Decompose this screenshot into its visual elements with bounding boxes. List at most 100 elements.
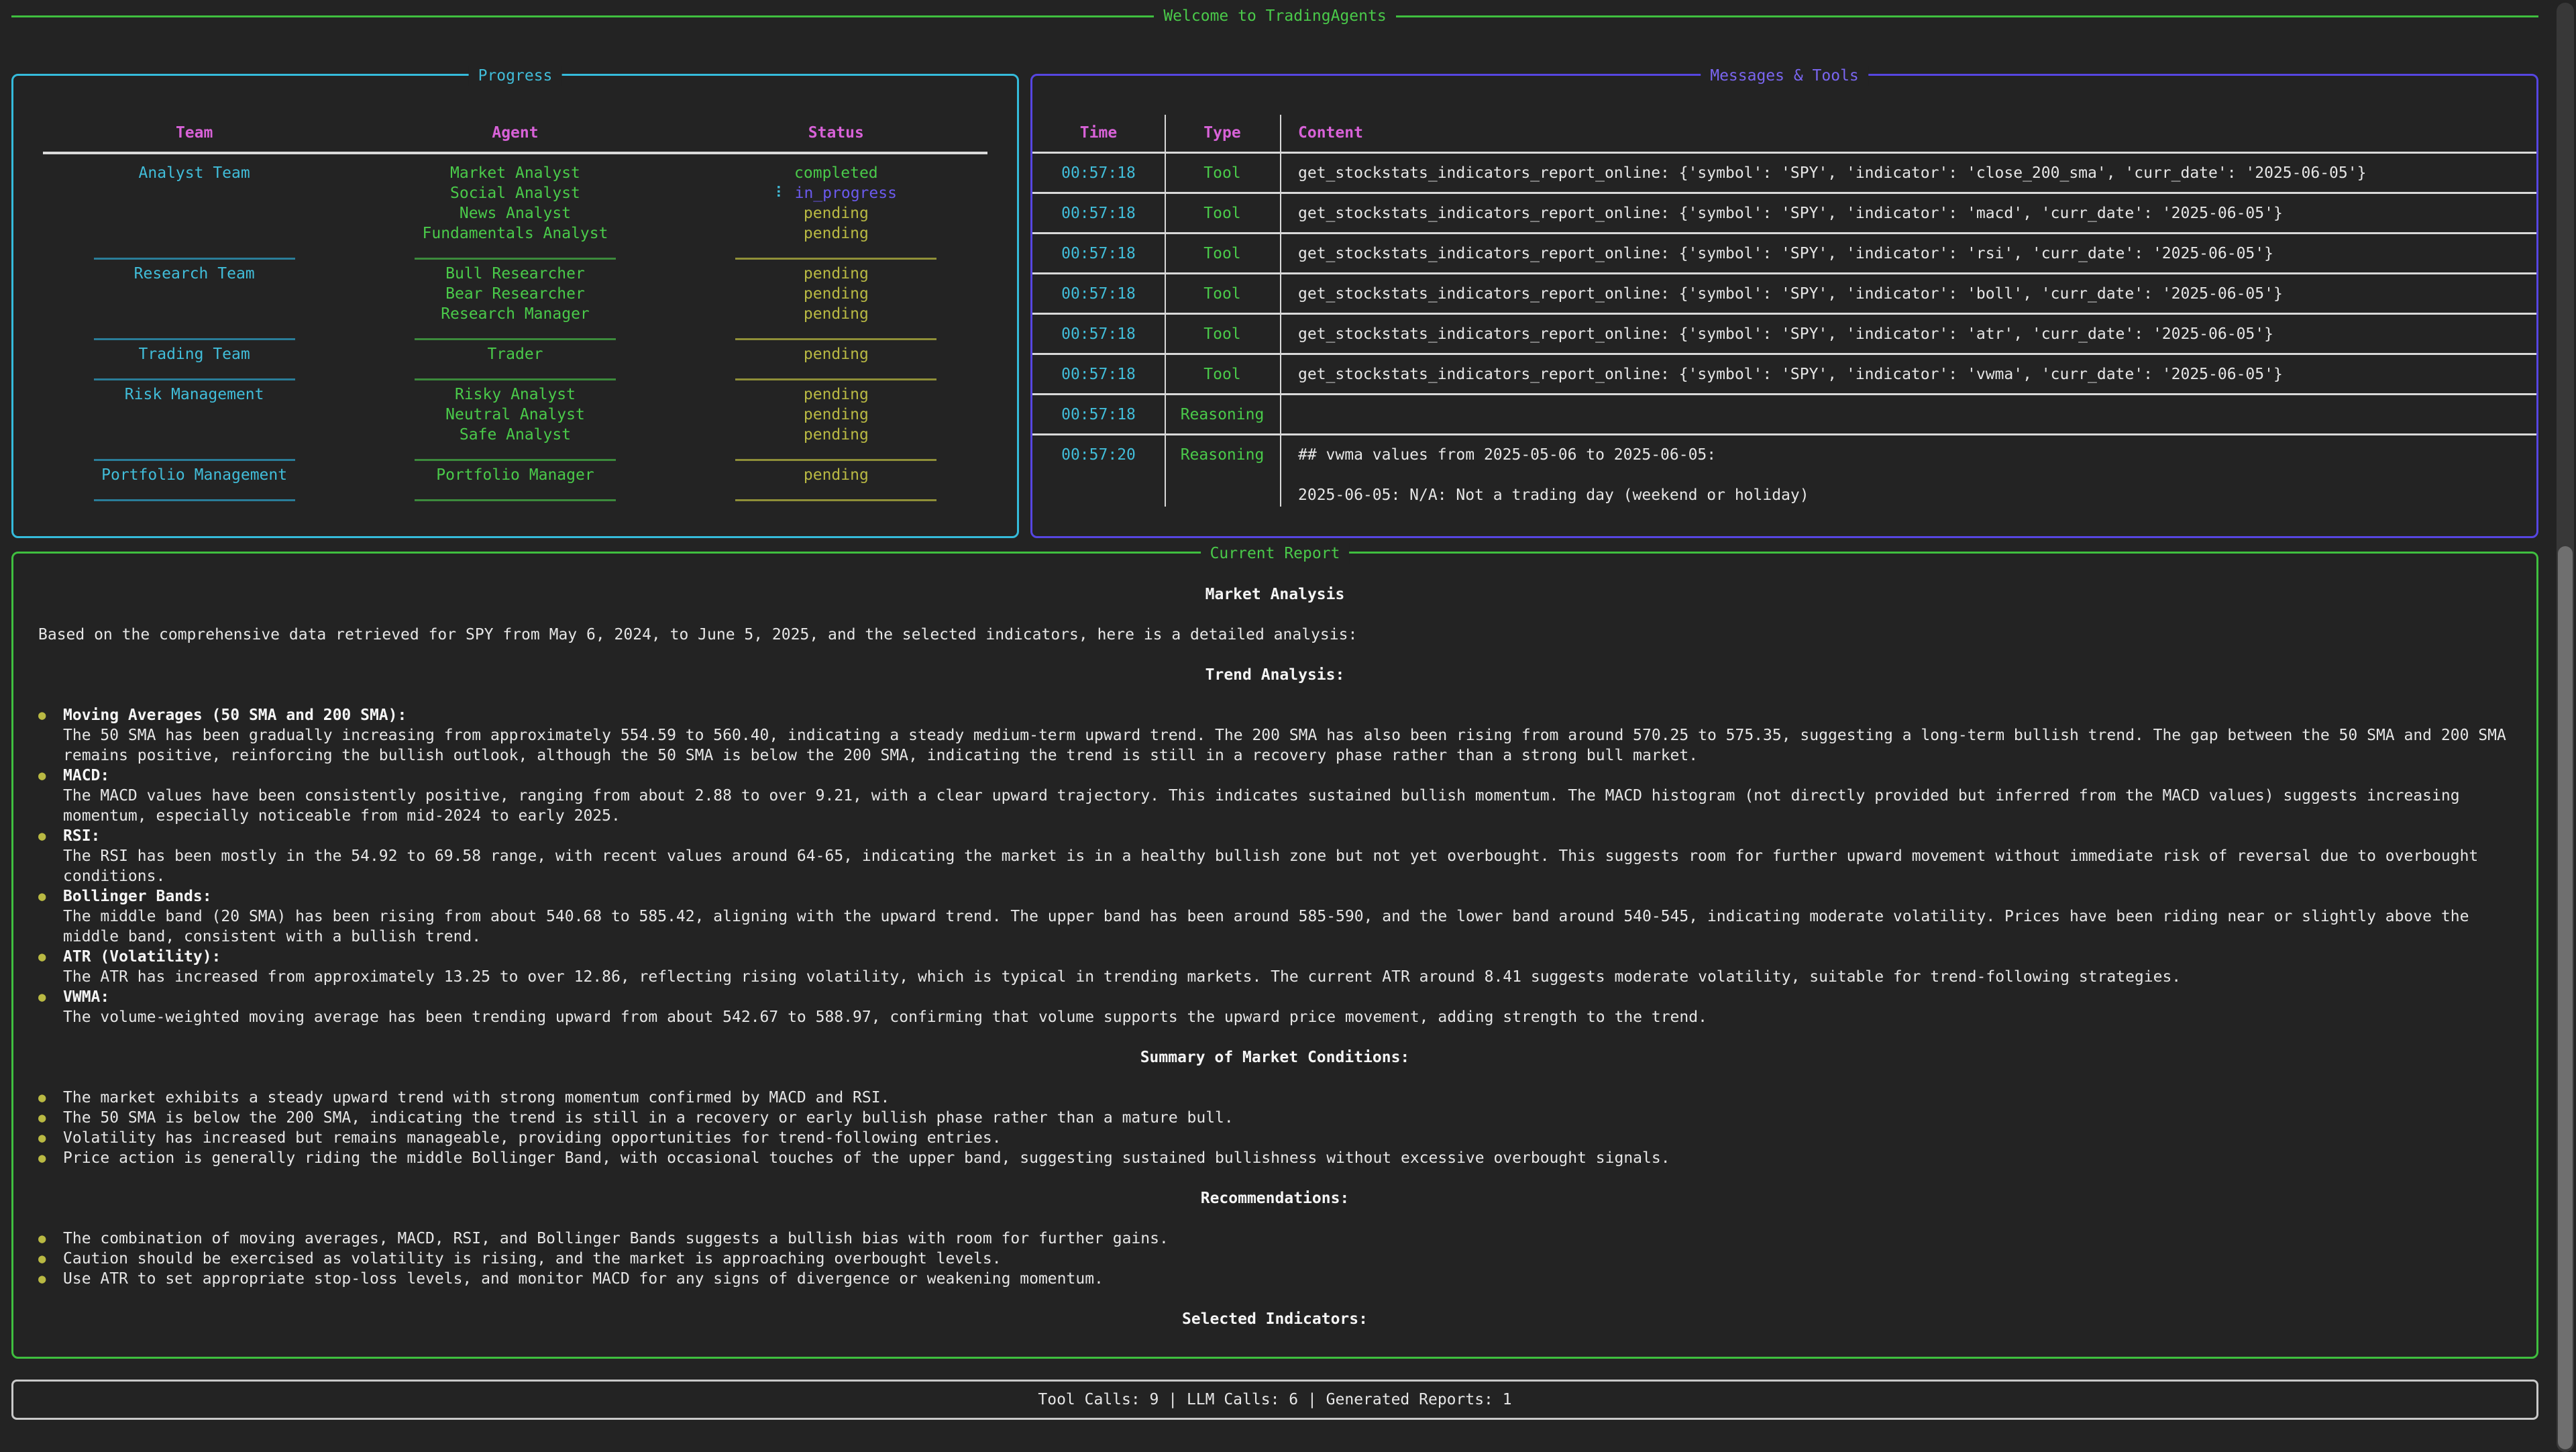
agent-name: Bear Researcher (345, 284, 684, 304)
bullet-icon: ● (38, 1088, 63, 1108)
message-time: 00:57:18 (1032, 324, 1165, 344)
progress-row: News Analystpending (43, 203, 987, 223)
bullet-body: Use ATR to set appropriate stop-loss lev… (63, 1269, 2512, 1289)
message-row: 00:57:18Toolget_stockstats_indicators_re… (1032, 163, 2536, 183)
agent-name: Risky Analyst (345, 384, 684, 405)
divider-cell (345, 450, 684, 461)
agent-name: Market Analyst (345, 163, 684, 183)
progress-row: Trading TeamTraderpending (43, 344, 987, 364)
message-content-line: get_stockstats_indicators_report_online:… (1298, 244, 2523, 264)
row-rule (1032, 223, 2536, 244)
divider-line (94, 499, 295, 501)
divider-line (415, 338, 616, 340)
agent-status: pending (685, 304, 987, 324)
row-rule (1032, 264, 2536, 284)
bullet-body: The market exhibits a steady upward tren… (63, 1088, 2512, 1108)
bullet-body: RSI:The RSI has been mostly in the 54.92… (63, 826, 2512, 886)
row-rule-line (1032, 353, 2536, 355)
message-row: 00:57:18Reasoning (1032, 405, 2536, 425)
agent-status: ⠇in_progress (685, 183, 987, 203)
scrollbar-track[interactable] (2557, 3, 2574, 1452)
agent-status: pending (685, 425, 987, 445)
message-time: 00:57:20 (1032, 445, 1165, 465)
row-rule (1032, 425, 2536, 445)
agent-status: pending (685, 203, 987, 223)
message-row: 00:57:18Toolget_stockstats_indicators_re… (1032, 364, 2536, 384)
divider-cell (685, 369, 987, 380)
report-section-heading: Selected Indicators: (38, 1309, 2512, 1329)
message-time: 00:57:18 (1032, 405, 1165, 425)
divider-cell (43, 369, 345, 380)
message-type: Reasoning (1165, 445, 1280, 465)
agent-name: Bull Researcher (345, 264, 684, 284)
title-rule-right (1396, 15, 2538, 17)
agent-name: Portfolio Manager (345, 465, 684, 485)
message-content: get_stockstats_indicators_report_online:… (1280, 203, 2536, 223)
header-rule (43, 143, 987, 163)
agent-status: pending (685, 223, 987, 244)
messages-panel: Messages & Tools TimeTypeContent00:57:18… (1030, 74, 2538, 538)
agent-status: pending (685, 264, 987, 284)
divider-line (94, 378, 295, 380)
agent-name: Fundamentals Analyst (345, 223, 684, 244)
report-bullet-list: ●The combination of moving averages, MAC… (38, 1229, 2512, 1289)
bullet-item: ●RSI:The RSI has been mostly in the 54.9… (38, 826, 2512, 886)
bullet-icon: ● (38, 886, 63, 947)
bullet-icon: ● (38, 1148, 63, 1168)
row-rule-line (1032, 313, 2536, 315)
progress-panel: Progress TeamAgentStatusAnalyst TeamMark… (11, 74, 1019, 538)
bullet-icon: ● (38, 766, 63, 826)
progress-row: Social Analyst⠇in_progress (43, 183, 987, 203)
bullet-item: ●The combination of moving averages, MAC… (38, 1229, 2512, 1249)
row-rule-line (1032, 232, 2536, 234)
divider-line (735, 499, 936, 501)
agent-status: pending (685, 405, 987, 425)
status-bar: Tool Calls: 9 | LLM Calls: 6 | Generated… (11, 1380, 2538, 1420)
bullet-body: MACD:The MACD values have been consisten… (63, 766, 2512, 826)
scrollbar-thumb[interactable] (2558, 546, 2573, 1449)
message-row: 00:57:18Toolget_stockstats_indicators_re… (1032, 324, 2536, 344)
bullet-icon: ● (38, 987, 63, 1027)
bullet-item: ●Volatility has increased but remains ma… (38, 1128, 2512, 1148)
bullet-label: Bollinger Bands: (63, 888, 212, 905)
bullet-item: ●Caution should be exercised as volatili… (38, 1249, 2512, 1269)
message-type: Tool (1165, 203, 1280, 223)
message-content: get_stockstats_indicators_report_online:… (1280, 284, 2536, 304)
progress-row: Research TeamBull Researcherpending (43, 264, 987, 284)
divider-cell (43, 248, 345, 260)
status-bar-text: Tool Calls: 9 | LLM Calls: 6 | Generated… (1038, 1390, 1511, 1410)
progress-row: Bear Researcherpending (43, 284, 987, 304)
message-content-line: ## vwma values from 2025-05-06 to 2025-0… (1298, 445, 2523, 465)
team-section-divider (43, 324, 987, 344)
message-content-line: get_stockstats_indicators_report_online:… (1298, 203, 2523, 223)
progress-header-team: Team (43, 123, 345, 143)
message-time: 00:57:18 (1032, 244, 1165, 264)
message-type: Tool (1165, 364, 1280, 384)
team-name: Analyst Team (43, 163, 345, 183)
message-content: get_stockstats_indicators_report_online:… (1280, 163, 2536, 183)
progress-table: TeamAgentStatusAnalyst TeamMarket Analys… (13, 76, 1017, 505)
bullet-icon: ● (38, 1249, 63, 1269)
messages-panel-title: Messages & Tools (1701, 66, 1868, 86)
column-divider (1280, 115, 1281, 507)
divider-line (415, 459, 616, 461)
agent-name: Neutral Analyst (345, 405, 684, 425)
team-name: Research Team (43, 264, 345, 284)
divider-cell (685, 248, 987, 260)
messages-table: TimeTypeContent00:57:18Toolget_stockstat… (1032, 76, 2536, 536)
message-content-line: get_stockstats_indicators_report_online:… (1298, 364, 2523, 384)
row-rule-line (1032, 433, 2536, 435)
bullet-body: Bollinger Bands:The middle band (20 SMA)… (63, 886, 2512, 947)
tradingagents-app: Welcome to TradingAgents Progress TeamAg… (0, 3, 2576, 1452)
divider-cell (43, 329, 345, 340)
report-section-heading: Recommendations: (38, 1188, 2512, 1208)
message-type: Tool (1165, 324, 1280, 344)
bullet-label: RSI: (63, 827, 100, 845)
row-rule-line (1032, 192, 2536, 194)
bullet-body: Caution should be exercised as volatilit… (63, 1249, 2512, 1269)
column-divider (1165, 115, 1166, 507)
divider-cell (685, 450, 987, 461)
progress-panel-title: Progress (469, 66, 562, 86)
progress-row: Safe Analystpending (43, 425, 987, 445)
message-type: Tool (1165, 163, 1280, 183)
